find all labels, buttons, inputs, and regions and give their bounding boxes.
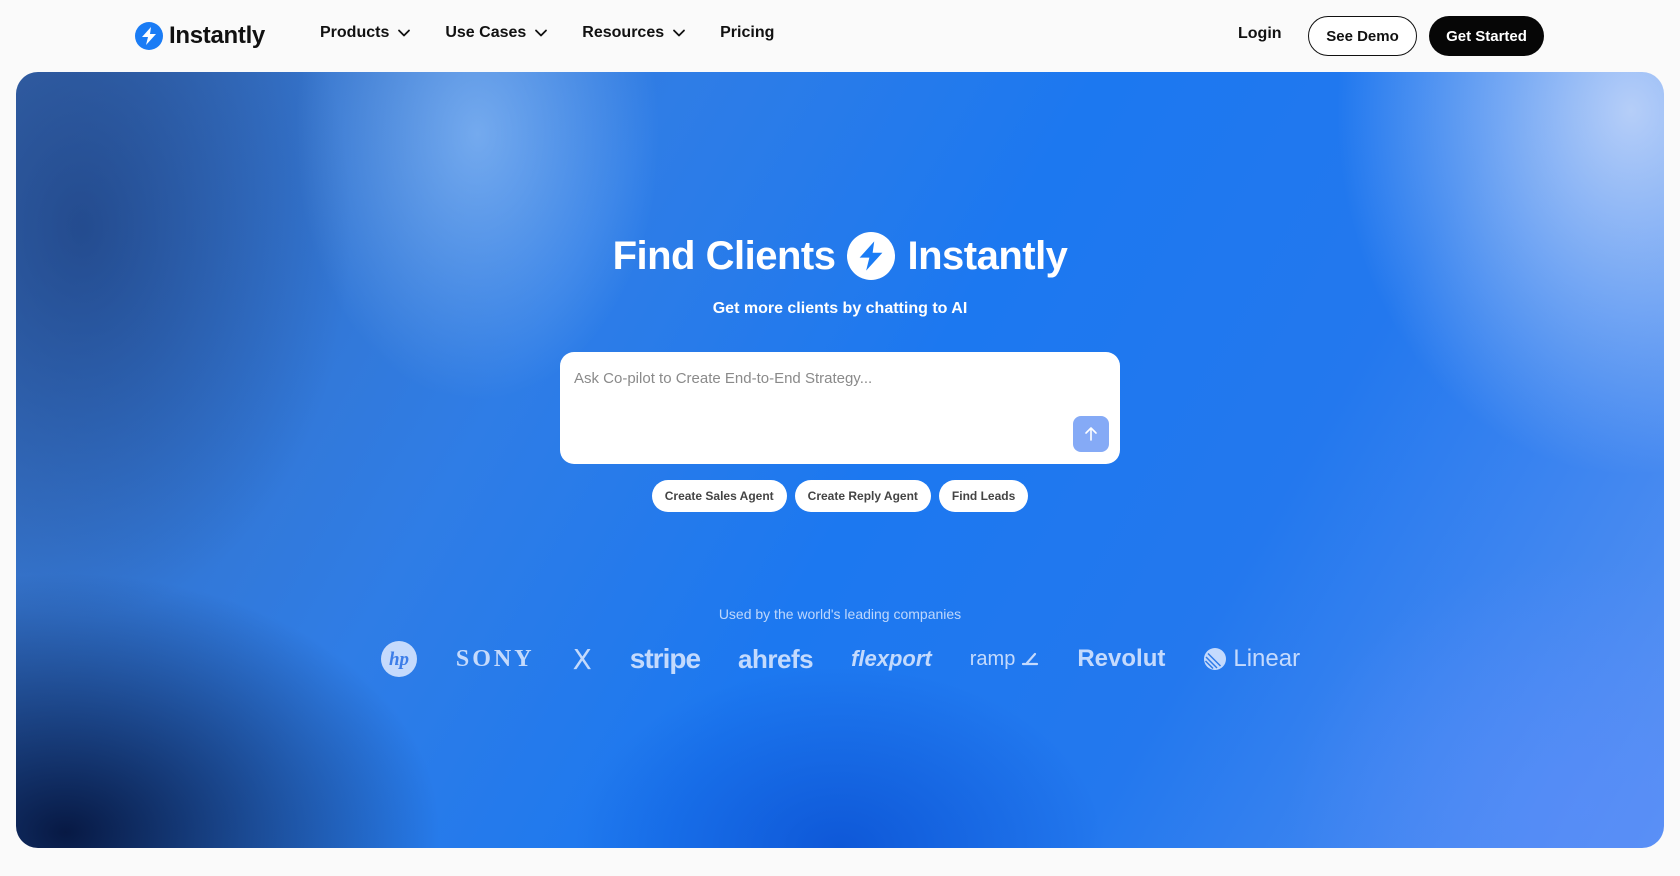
- see-demo-button[interactable]: See Demo: [1308, 16, 1417, 56]
- used-by-caption: Used by the world's leading companies: [718, 606, 962, 622]
- linear-logo: Linear: [1203, 645, 1300, 673]
- get-started-button[interactable]: Get Started: [1429, 16, 1544, 56]
- send-button[interactable]: [1073, 416, 1109, 452]
- copilot-prompt-input[interactable]: [574, 364, 1094, 392]
- hero-title: Find Clients Instantly: [16, 232, 1664, 280]
- instantly-logo[interactable]: Instantly: [135, 21, 265, 51]
- nav-pricing-label: Pricing: [720, 24, 775, 41]
- ramp-mark-icon: [1022, 652, 1039, 666]
- nav-use-cases[interactable]: Use Cases: [445, 24, 548, 42]
- bolt-icon: [847, 232, 896, 280]
- nav-products-label: Products: [320, 24, 390, 41]
- sony-logo: SONY: [455, 645, 535, 672]
- revolut-logo: Revolut: [1077, 645, 1166, 672]
- ahrefs-logo: ahrefs: [738, 643, 814, 674]
- chip-create-reply-agent[interactable]: Create Reply Agent: [794, 480, 931, 512]
- hp-logo: hp: [380, 640, 418, 678]
- nav-resources-label: Resources: [582, 24, 665, 41]
- chevron-down-icon: [398, 29, 411, 37]
- nav-resources[interactable]: Resources: [582, 24, 686, 42]
- customer-logos: hp SONY X stripe ahrefs flexport ramp Re…: [16, 640, 1664, 678]
- hero-title-right: Instantly: [907, 233, 1068, 278]
- hero-section: Find Clients Instantly Get more clients …: [16, 72, 1664, 848]
- login-link[interactable]: Login: [1238, 25, 1282, 43]
- ramp-logo: ramp: [970, 648, 1040, 671]
- hero-subtitle: Get more clients by chatting to AI: [712, 300, 968, 317]
- nav-pricing[interactable]: Pricing: [720, 24, 774, 42]
- chip-find-leads[interactable]: Find Leads: [938, 480, 1029, 512]
- main-nav: Products Use Cases Resources Pricing: [320, 24, 774, 42]
- bolt-icon: [135, 22, 163, 50]
- nav-products[interactable]: Products: [320, 24, 411, 42]
- logo-text: Instantly: [169, 22, 265, 49]
- arrow-up-icon: [1085, 427, 1097, 441]
- suggestion-chips: Create Sales Agent Create Reply Agent Fi…: [16, 480, 1664, 512]
- chevron-down-icon: [535, 29, 548, 37]
- hero-title-left: Find Clients: [612, 233, 836, 278]
- stripe-logo: stripe: [629, 643, 701, 674]
- flexport-logo: flexport: [851, 646, 932, 671]
- nav-use-cases-label: Use Cases: [445, 24, 527, 41]
- svg-text:hp: hp: [389, 649, 409, 670]
- x-logo: X: [572, 642, 592, 676]
- linear-mark-icon: [1204, 648, 1227, 670]
- site-header: Instantly Products Use Cases Resources P…: [0, 0, 1680, 72]
- chevron-down-icon: [673, 29, 686, 37]
- copilot-prompt-box: [560, 352, 1120, 464]
- chip-create-sales-agent[interactable]: Create Sales Agent: [651, 480, 787, 512]
